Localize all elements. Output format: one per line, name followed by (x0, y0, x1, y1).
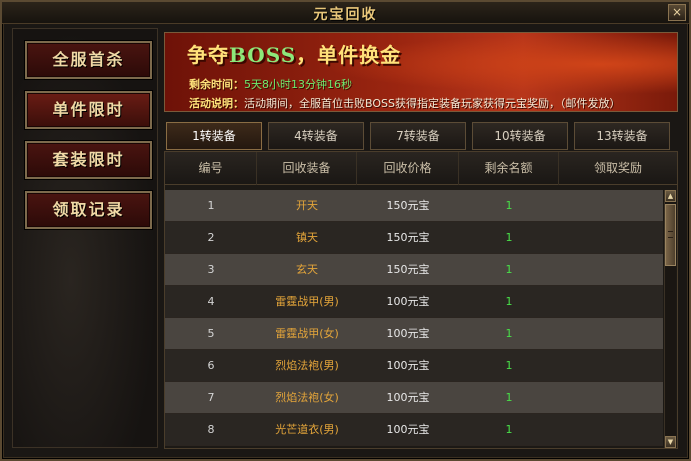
remaining-time-line: 剩余时间：5天8小时13分钟16秒 (189, 76, 352, 92)
recycle-window: 元宝回收 × 全服首杀 单件限时 套装限时 领取记录 争夺BOSS，单件换金 剩… (0, 0, 691, 461)
row-price: 100元宝 (386, 391, 430, 404)
row-equipment: 镇天 (296, 231, 318, 244)
header-reward: 领取奖励 (593, 161, 642, 175)
row-equipment: 玄天 (296, 263, 318, 276)
row-remaining: 1 (505, 263, 513, 276)
row-price: 100元宝 (386, 359, 430, 372)
remaining-time-value: 5天8小时13分钟16秒 (244, 78, 352, 91)
row-price: 100元宝 (386, 295, 430, 308)
remaining-time-label: 剩余时间： (189, 78, 244, 91)
row-equipment: 开天 (296, 199, 318, 212)
row-id: 5 (207, 327, 215, 340)
sidebar-item-set-limited[interactable]: 套装限时 (25, 141, 152, 179)
table-row: 2 镇天 150元宝 1 (165, 222, 663, 254)
event-description-line: 活动说明：活动期间，全服首位击败BOSS获得指定装备玩家获得元宝奖励，（邮件发放… (189, 95, 620, 111)
title-bar: 元宝回收 × (2, 2, 689, 24)
row-remaining: 1 (505, 199, 513, 212)
row-id: 2 (207, 231, 215, 244)
table-row: 8 光芒道衣(男) 100元宝 1 (165, 414, 663, 446)
table-body[interactable]: 1 开天 150元宝 1 2 镇天 150元宝 1 3 玄天 150元宝 1 4… (165, 190, 663, 448)
row-price: 100元宝 (386, 327, 430, 340)
row-id: 6 (207, 359, 215, 372)
tab-tier-4[interactable]: 4转装备 (268, 122, 364, 150)
row-id: 4 (207, 295, 215, 308)
headline-boss: BOSS (229, 43, 297, 67)
row-remaining: 1 (505, 391, 513, 404)
scroll-grip-icon (668, 231, 673, 238)
table-header: 编号 回收装备 回收价格 剩余名额 领取奖励 (165, 152, 677, 185)
recycle-table: 编号 回收装备 回收价格 剩余名额 领取奖励 1 开天 150元宝 1 2 镇天… (164, 151, 678, 449)
header-price: 回收价格 (357, 152, 459, 185)
row-remaining: 1 (505, 359, 513, 372)
row-id: 3 (207, 263, 215, 276)
scroll-thumb[interactable] (665, 204, 676, 266)
row-equipment: 雷霆战甲(男) (275, 295, 339, 308)
sidebar-item-server-first-kill[interactable]: 全服首杀 (25, 41, 152, 79)
header-equipment: 回收装备 (257, 152, 357, 185)
row-remaining: 1 (505, 231, 513, 244)
tab-tier-10[interactable]: 10转装备 (472, 122, 568, 150)
row-equipment: 烈焰法袍(男) (275, 359, 339, 372)
event-description-text: 活动期间，全服首位击败BOSS获得指定装备玩家获得元宝奖励，（邮件发放） (244, 97, 621, 110)
row-id: 8 (207, 423, 215, 436)
sidebar-item-single-limited[interactable]: 单件限时 (25, 91, 152, 129)
row-price: 150元宝 (386, 199, 430, 212)
table-row: 1 开天 150元宝 1 (165, 190, 663, 222)
event-banner: 争夺BOSS，单件换金 剩余时间：5天8小时13分钟16秒 活动说明：活动期间，… (164, 32, 678, 112)
row-price: 100元宝 (386, 423, 430, 436)
table-row: 7 烈焰法袍(女) 100元宝 1 (165, 382, 663, 414)
row-equipment: 光芒道衣(男) (275, 423, 339, 436)
row-price: 150元宝 (386, 231, 430, 244)
headline-part-b: ，单件换金 (296, 43, 402, 67)
tier-tabs: 1转装备 4转装备 7转装备 10转装备 13转装备 (164, 122, 678, 150)
window-title: 元宝回收 (313, 7, 378, 23)
sidebar-item-claim-records[interactable]: 领取记录 (25, 191, 152, 229)
header-id: 编号 (165, 152, 257, 185)
table-row: 4 雷霆战甲(男) 100元宝 1 (165, 286, 663, 318)
banner-headline: 争夺BOSS，单件换金 (187, 39, 401, 68)
table-row: 3 玄天 150元宝 1 (165, 254, 663, 286)
row-id: 7 (207, 391, 215, 404)
close-button[interactable]: × (668, 4, 686, 21)
header-remaining: 剩余名额 (459, 152, 559, 185)
row-remaining: 1 (505, 295, 513, 308)
row-equipment: 雷霆战甲(女) (275, 327, 339, 340)
scroll-up-arrow-icon[interactable]: ▲ (665, 190, 676, 202)
row-remaining: 1 (505, 327, 513, 340)
row-equipment: 烈焰法袍(女) (275, 391, 339, 404)
event-description-label: 活动说明： (189, 97, 244, 110)
tab-tier-13[interactable]: 13转装备 (574, 122, 670, 150)
tab-tier-1[interactable]: 1转装备 (166, 122, 262, 150)
row-id: 1 (207, 199, 215, 212)
row-price: 150元宝 (386, 263, 430, 276)
tab-tier-7[interactable]: 7转装备 (370, 122, 466, 150)
scroll-down-arrow-icon[interactable]: ▼ (665, 436, 676, 448)
headline-part-a: 争夺 (187, 43, 229, 67)
table-row: 6 烈焰法袍(男) 100元宝 1 (165, 350, 663, 382)
table-scrollbar[interactable]: ▲ ▼ (664, 190, 676, 448)
sidebar: 全服首杀 单件限时 套装限时 领取记录 (12, 28, 158, 448)
table-row: 5 雷霆战甲(女) 100元宝 1 (165, 318, 663, 350)
row-remaining: 1 (505, 423, 513, 436)
